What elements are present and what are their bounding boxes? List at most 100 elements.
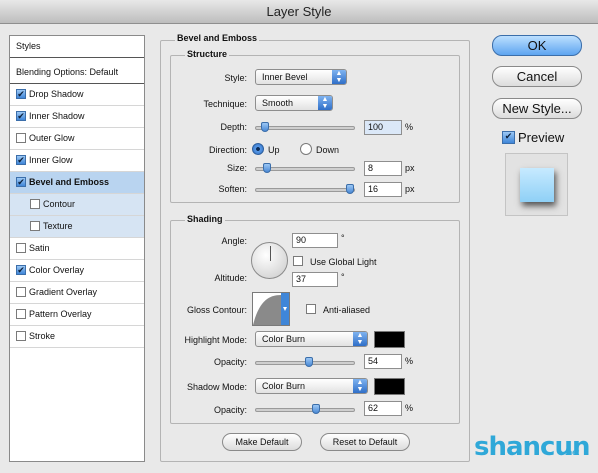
- style-item-label: Texture: [43, 221, 73, 231]
- style-item[interactable]: Drop Shadow: [10, 84, 144, 106]
- preview-swatch: [520, 168, 554, 202]
- watermark-logo: shancun: [474, 432, 590, 462]
- soften-slider[interactable]: [255, 184, 355, 194]
- direction-down-label: Down: [316, 145, 340, 155]
- style-item-checkbox[interactable]: [16, 110, 26, 121]
- depth-slider-thumb[interactable]: [261, 122, 269, 132]
- shadow-mode-select[interactable]: Color Burn ▲ ▼: [255, 378, 368, 394]
- size-input[interactable]: 8: [364, 161, 402, 176]
- style-item-checkbox[interactable]: [16, 308, 26, 319]
- size-slider[interactable]: [255, 163, 355, 173]
- angle-dial[interactable]: [251, 242, 288, 279]
- style-label: Style:: [224, 73, 247, 83]
- select-arrows-icon: ▲ ▼: [332, 70, 346, 84]
- altitude-input[interactable]: 37: [292, 272, 338, 287]
- angle-unit: °: [341, 233, 345, 243]
- size-slider-thumb[interactable]: [263, 163, 271, 173]
- style-item[interactable]: Bevel and Emboss: [10, 172, 144, 194]
- size-unit: px: [405, 163, 415, 173]
- select-arrows-icon: ▲ ▼: [318, 96, 332, 110]
- reset-to-default-button[interactable]: Reset to Default: [320, 433, 410, 451]
- blending-options[interactable]: Blending Options: Default: [10, 62, 144, 84]
- shadow-mode-label: Shadow Mode:: [186, 382, 247, 392]
- highlight-mode-select[interactable]: Color Burn ▲ ▼: [255, 331, 368, 347]
- soften-unit: px: [405, 184, 415, 194]
- shadow-color-swatch[interactable]: [374, 378, 405, 395]
- style-item-checkbox[interactable]: [16, 286, 26, 297]
- style-item[interactable]: Contour: [10, 194, 144, 216]
- size-label: Size:: [226, 163, 247, 173]
- select-arrows-icon: ▲ ▼: [353, 332, 367, 346]
- style-item-checkbox[interactable]: [16, 132, 26, 143]
- shadow-opacity-unit: %: [405, 403, 414, 413]
- style-item-label: Inner Shadow: [29, 111, 85, 121]
- style-item[interactable]: Pattern Overlay: [10, 304, 144, 326]
- depth-slider[interactable]: [255, 122, 355, 132]
- highlight-mode-label: Highlight Mode:: [184, 335, 247, 345]
- style-value: Inner Bevel: [262, 72, 308, 82]
- style-item[interactable]: Color Overlay: [10, 260, 144, 282]
- style-item[interactable]: Satin: [10, 238, 144, 260]
- global-light-checkbox[interactable]: [293, 256, 303, 266]
- preview-box: [505, 153, 568, 216]
- soften-input[interactable]: 16: [364, 182, 402, 197]
- gloss-contour-label: Gloss Contour:: [186, 305, 247, 315]
- shadow-mode-value: Color Burn: [262, 381, 306, 391]
- style-item-checkbox[interactable]: [16, 330, 26, 341]
- highlight-color-swatch[interactable]: [374, 331, 405, 348]
- style-item[interactable]: Inner Shadow: [10, 106, 144, 128]
- style-item-checkbox[interactable]: [30, 220, 40, 231]
- style-item-label: Bevel and Emboss: [29, 177, 110, 187]
- style-item[interactable]: Inner Glow: [10, 150, 144, 172]
- cancel-button[interactable]: Cancel: [492, 66, 582, 87]
- highlight-opacity-input[interactable]: 54: [364, 354, 402, 369]
- gloss-contour-picker[interactable]: [252, 292, 290, 326]
- style-item-checkbox[interactable]: [16, 176, 26, 187]
- anti-aliased-label: Anti-aliased: [323, 305, 371, 315]
- watermark-suffix: .net: [565, 448, 580, 457]
- style-item-label: Outer Glow: [29, 133, 75, 143]
- style-item-label: Satin: [29, 243, 50, 253]
- altitude-unit: °: [341, 272, 345, 282]
- depth-label: Depth:: [220, 122, 247, 132]
- structure-title: Structure: [185, 49, 230, 59]
- style-item[interactable]: Outer Glow: [10, 128, 144, 150]
- style-item-label: Pattern Overlay: [29, 309, 92, 319]
- soften-slider-thumb[interactable]: [346, 184, 354, 194]
- style-item[interactable]: Gradient Overlay: [10, 282, 144, 304]
- technique-label: Technique:: [203, 99, 247, 109]
- make-default-button[interactable]: Make Default: [222, 433, 302, 451]
- altitude-label: Altitude:: [214, 273, 247, 283]
- style-item-checkbox[interactable]: [16, 264, 26, 275]
- style-item[interactable]: Stroke: [10, 326, 144, 348]
- angle-input[interactable]: 90: [292, 233, 338, 248]
- depth-input[interactable]: 100: [364, 120, 402, 135]
- shadow-opacity-thumb[interactable]: [312, 404, 320, 414]
- preview-checkbox[interactable]: [502, 131, 515, 144]
- anti-aliased-checkbox[interactable]: [306, 304, 316, 314]
- style-select[interactable]: Inner Bevel ▲ ▼: [255, 69, 347, 85]
- select-arrows-icon: ▲ ▼: [353, 379, 367, 393]
- styles-header[interactable]: Styles: [10, 36, 144, 58]
- style-item-checkbox[interactable]: [16, 242, 26, 253]
- shadow-opacity-slider[interactable]: [255, 404, 355, 414]
- shading-title: Shading: [185, 214, 225, 224]
- technique-value: Smooth: [262, 98, 294, 108]
- bevel-title: Bevel and Emboss: [175, 33, 260, 43]
- style-item-checkbox[interactable]: [16, 154, 26, 165]
- ok-button[interactable]: OK: [492, 35, 582, 56]
- direction-up-radio[interactable]: [252, 143, 264, 155]
- style-item-checkbox[interactable]: [30, 198, 40, 209]
- technique-select[interactable]: Smooth ▲ ▼: [255, 95, 333, 111]
- highlight-opacity-thumb[interactable]: [305, 357, 313, 367]
- preview-label: Preview: [518, 130, 565, 145]
- shadow-opacity-input[interactable]: 62: [364, 401, 402, 416]
- style-item-label: Drop Shadow: [29, 89, 84, 99]
- new-style-button[interactable]: New Style...: [492, 98, 582, 119]
- direction-down-radio[interactable]: [300, 143, 312, 155]
- style-item-checkbox[interactable]: [16, 88, 26, 99]
- highlight-opacity-slider[interactable]: [255, 357, 355, 367]
- window-title: Layer Style: [0, 0, 598, 24]
- depth-unit: %: [405, 122, 414, 132]
- style-item[interactable]: Texture: [10, 216, 144, 238]
